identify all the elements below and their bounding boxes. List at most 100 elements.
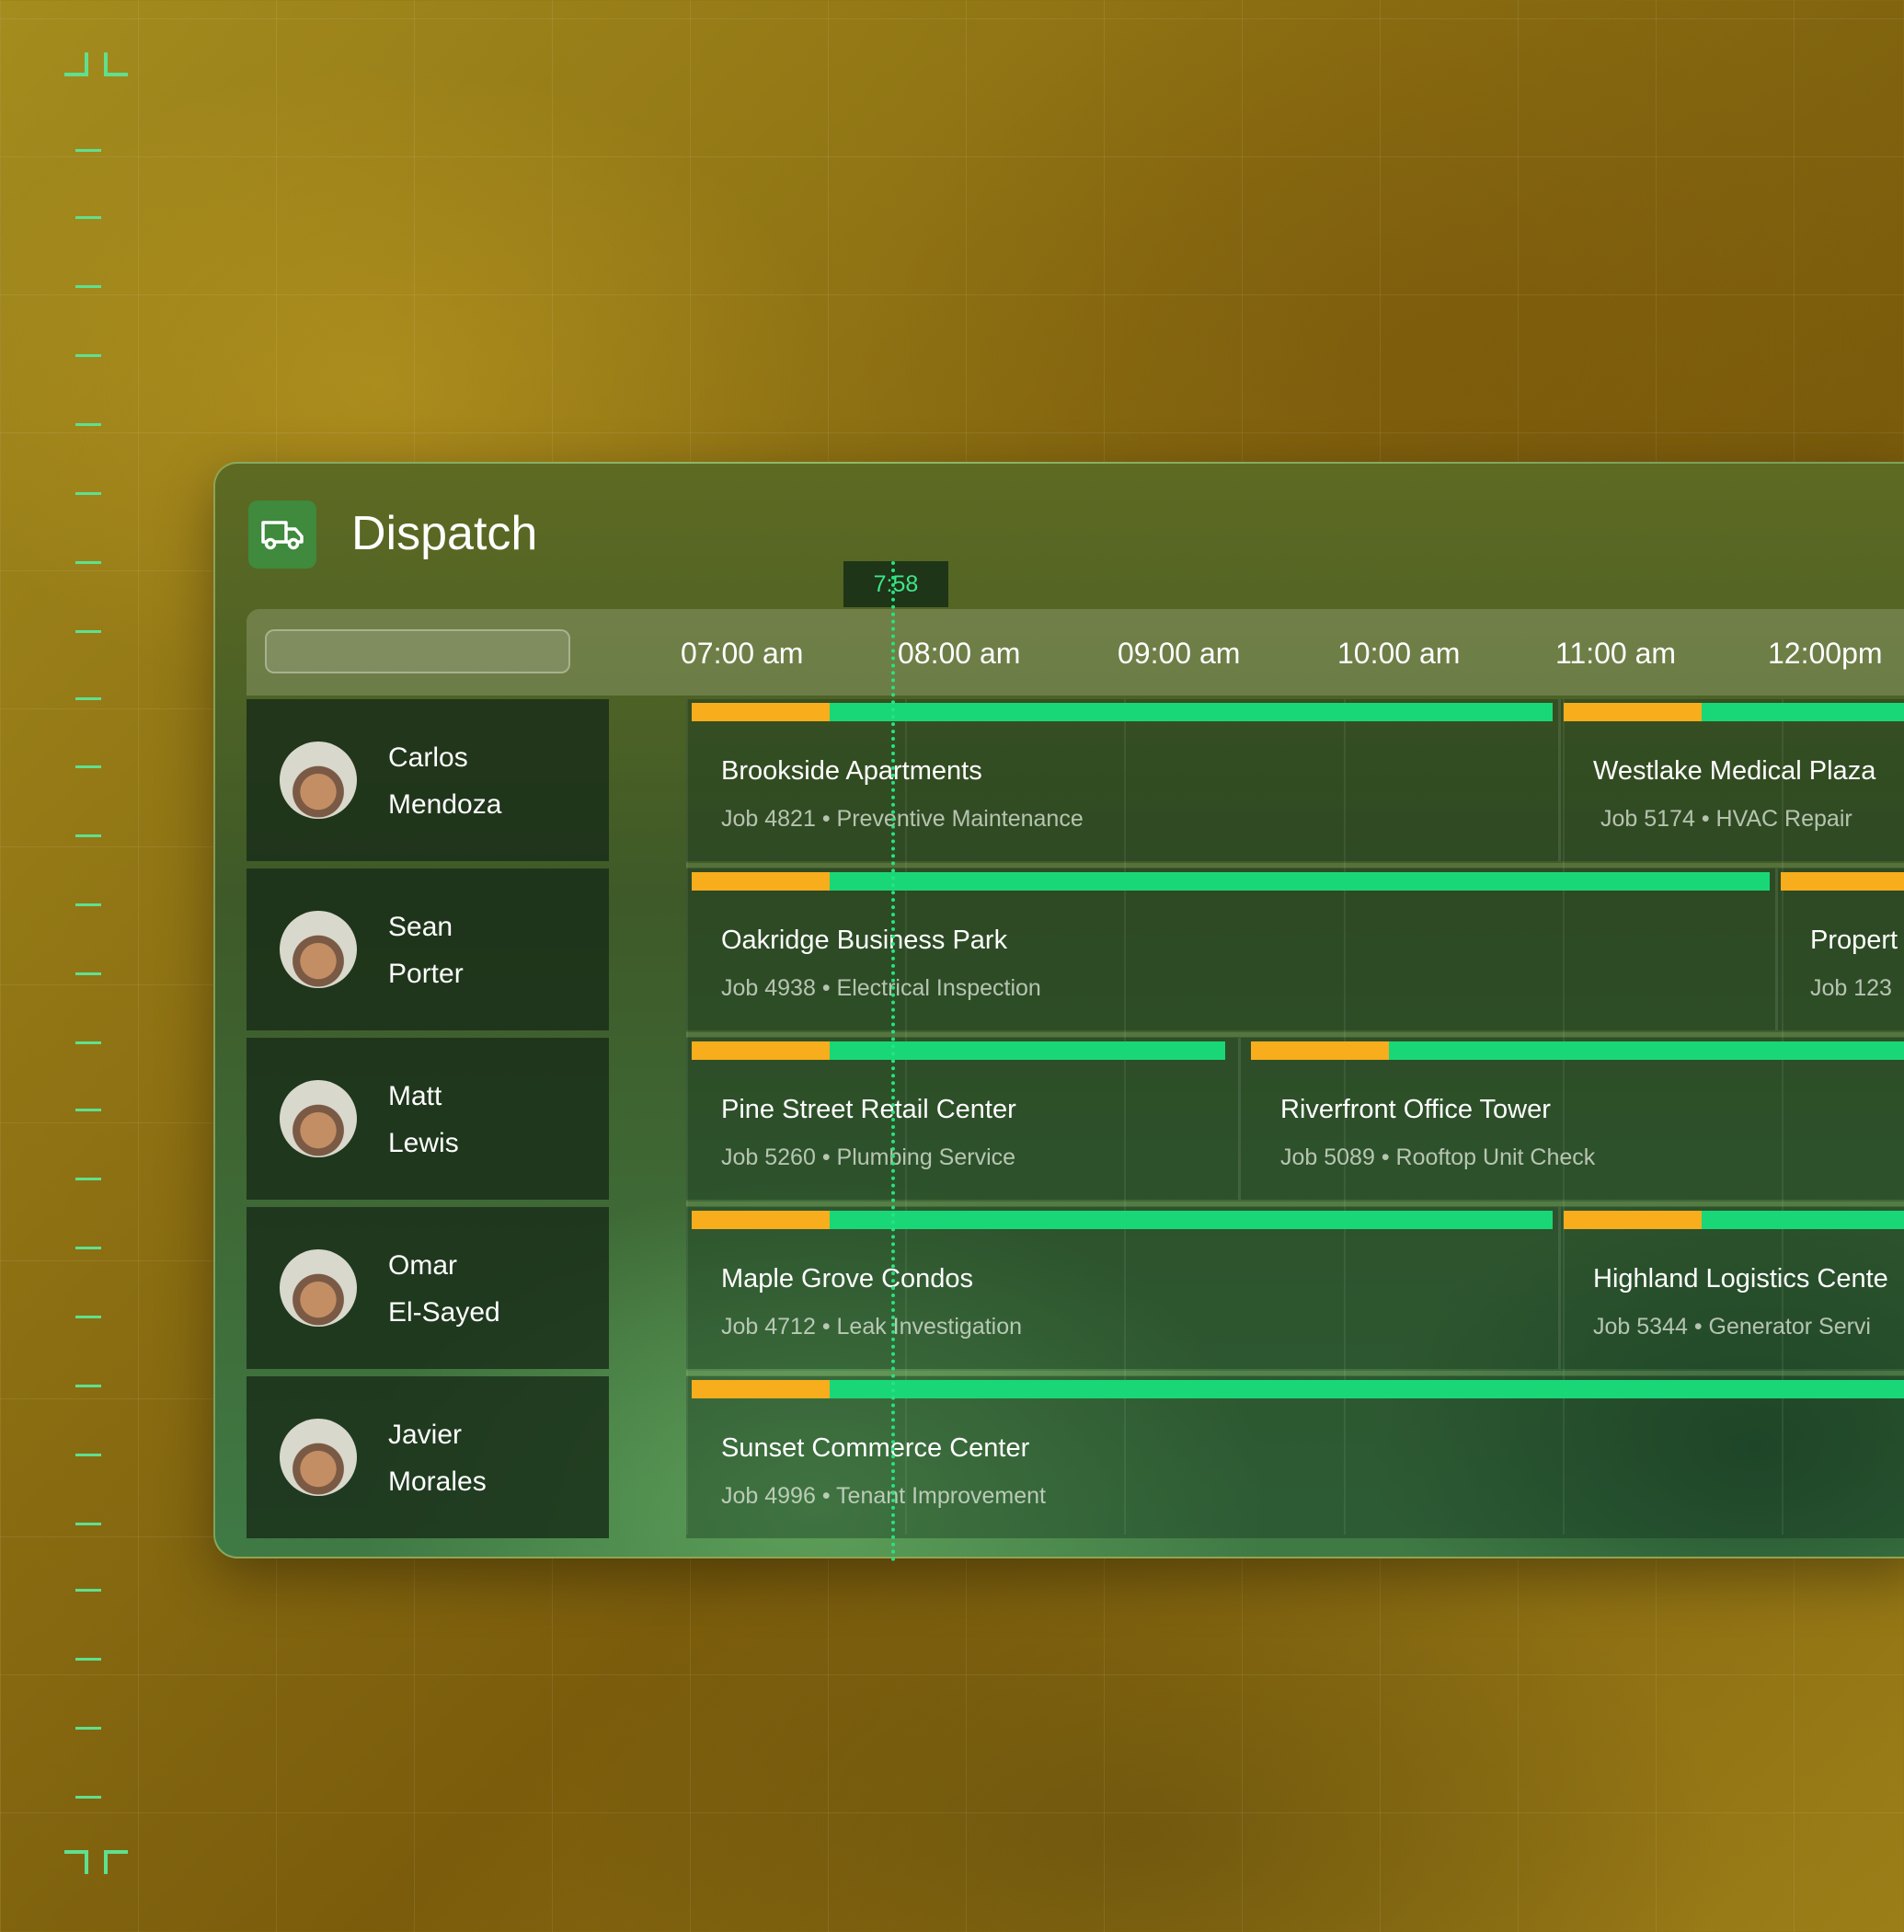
technician-row[interactable]: Javier Morales — [247, 1376, 609, 1538]
job-subtitle: Job 5344 • Generator Servi — [1593, 1314, 1871, 1340]
job-subtitle: Job 5174 • HVAC Repair — [1600, 806, 1852, 832]
technician-first-name: Sean — [388, 912, 453, 942]
job-subtitle: Job 4938 • Electrical Inspection — [721, 975, 1041, 1001]
job-title: Sunset Commerce Center — [721, 1433, 1030, 1463]
technician-first-name: Javier — [388, 1420, 463, 1450]
hour-label: 12:00pm — [1768, 637, 1883, 670]
avatar — [280, 911, 357, 988]
avatar — [280, 1419, 357, 1496]
ruler-corner-top-right — [104, 52, 128, 76]
job-card[interactable]: Highland Logistics Cente Job 5344 • Gene… — [1558, 1207, 1904, 1369]
ruler-tick — [75, 1178, 101, 1180]
ruler-tick — [75, 561, 101, 564]
job-card[interactable]: Maple Grove Condos Job 4712 • Leak Inves… — [686, 1207, 1558, 1369]
travel-bar — [1781, 872, 1904, 891]
ruler-tick — [75, 1316, 101, 1318]
job-card[interactable]: Pine Street Retail Center Job 5260 • Plu… — [686, 1038, 1238, 1200]
technician-name: Javier Morales — [388, 1411, 487, 1505]
ruler-tick — [75, 492, 101, 495]
ruler-tick — [75, 216, 101, 219]
ruler-tick — [75, 149, 101, 152]
travel-bar — [692, 703, 830, 721]
job-card[interactable]: Sunset Commerce Center Job 4996 • Tenant… — [686, 1376, 1904, 1538]
hour-label: 07:00 am — [681, 637, 804, 670]
row-divider — [686, 863, 1904, 868]
job-separator — [1558, 1207, 1561, 1369]
timeline-header: 07:00 am 08:00 am 09:00 am 10:00 am 11:0… — [247, 609, 1904, 696]
ruler-tick — [75, 1727, 101, 1730]
job-subtitle: Job 5089 • Rooftop Unit Check — [1280, 1144, 1596, 1170]
ruler-corner-bottom-left — [64, 1850, 88, 1874]
technician-last-name: Morales — [388, 1466, 487, 1497]
work-bar — [1702, 703, 1904, 721]
job-card[interactable]: Oakridge Business Park Job 4938 • Electr… — [686, 868, 1775, 1030]
technician-last-name: Mendoza — [388, 789, 502, 820]
job-title: Oakridge Business Park — [721, 926, 1008, 955]
technician-row[interactable]: Matt Lewis — [247, 1038, 609, 1200]
ruler-tick — [75, 354, 101, 357]
hour-label: 09:00 am — [1118, 637, 1241, 670]
page-title: Dispatch — [351, 507, 538, 560]
job-card[interactable]: Brookside Apartments Job 4821 • Preventi… — [686, 699, 1558, 861]
job-card[interactable]: Westlake Medical Plaza Job 5174 • HVAC R… — [1558, 699, 1904, 861]
job-title: Propert — [1810, 926, 1898, 955]
row-divider — [686, 1202, 1904, 1206]
hour-label: 11:00 am — [1555, 637, 1677, 670]
technician-row[interactable]: Carlos Mendoza — [247, 699, 609, 861]
job-title: Pine Street Retail Center — [721, 1095, 1016, 1124]
job-title: Brookside Apartments — [721, 756, 982, 786]
work-bar — [830, 1380, 1904, 1398]
ruler-tick — [75, 903, 101, 906]
technician-name: Carlos Mendoza — [388, 734, 501, 828]
job-title: Riverfront Office Tower — [1280, 1095, 1551, 1124]
job-subtitle: Job 5260 • Plumbing Service — [721, 1144, 1016, 1170]
travel-bar — [692, 1211, 830, 1229]
avatar — [280, 742, 357, 819]
technician-first-name: Omar — [388, 1250, 457, 1281]
ruler-tick — [75, 1796, 101, 1799]
job-title: Highland Logistics Cente — [1593, 1264, 1888, 1294]
row-divider — [686, 1371, 1904, 1375]
technician-row[interactable]: Omar El-Sayed — [247, 1207, 609, 1369]
hour-label: 10:00 am — [1337, 637, 1461, 670]
work-bar — [830, 1211, 1553, 1229]
technician-name: Omar El-Sayed — [388, 1242, 500, 1336]
ruler-tick — [75, 1247, 101, 1249]
search-input[interactable] — [265, 629, 570, 673]
job-card[interactable]: Propert Job 123 — [1775, 868, 1904, 1030]
truck-icon[interactable] — [248, 500, 316, 569]
schedule-grid: Carlos Mendoza Brookside Apartments Job … — [247, 699, 1904, 1538]
current-time-line — [891, 561, 895, 1562]
ruler-tick — [75, 765, 101, 768]
work-bar — [830, 872, 1770, 891]
technician-last-name: El-Sayed — [388, 1297, 500, 1328]
dispatch-panel: Dispatch 7:58 07:00 am 08:00 am 09:00 am… — [213, 462, 1904, 1558]
job-subtitle: Job 4712 • Leak Investigation — [721, 1314, 1023, 1340]
work-bar — [830, 703, 1553, 721]
technician-first-name: Matt — [388, 1081, 442, 1111]
ruler-tick — [75, 1523, 101, 1525]
ruler-corner-bottom-right — [104, 1850, 128, 1874]
technician-row[interactable]: Sean Porter — [247, 868, 609, 1030]
ruler-tick — [75, 1041, 101, 1044]
ruler-tick — [75, 1454, 101, 1456]
job-subtitle: Job 123 — [1810, 975, 1892, 1001]
ruler-tick — [75, 1589, 101, 1592]
technician-first-name: Carlos — [388, 742, 468, 773]
technician-name: Sean Porter — [388, 903, 464, 997]
job-title: Westlake Medical Plaza — [1593, 756, 1876, 786]
travel-bar — [692, 1380, 830, 1398]
work-bar — [830, 1041, 1225, 1060]
job-subtitle: Job 4821 • Preventive Maintenance — [721, 806, 1084, 832]
job-separator — [1775, 868, 1778, 1030]
job-title: Maple Grove Condos — [721, 1264, 974, 1294]
job-subtitle: Job 4996 • Tenant Improvement — [721, 1483, 1046, 1509]
vertical-ruler — [0, 0, 138, 1932]
avatar — [280, 1080, 357, 1157]
job-card[interactable]: Riverfront Office Tower Job 5089 • Rooft… — [1238, 1038, 1904, 1200]
work-bar — [1702, 1211, 1904, 1229]
ruler-tick — [75, 1109, 101, 1111]
hour-label: 08:00 am — [898, 637, 1021, 670]
ruler-tick — [75, 697, 101, 700]
ruler-tick — [75, 1385, 101, 1387]
